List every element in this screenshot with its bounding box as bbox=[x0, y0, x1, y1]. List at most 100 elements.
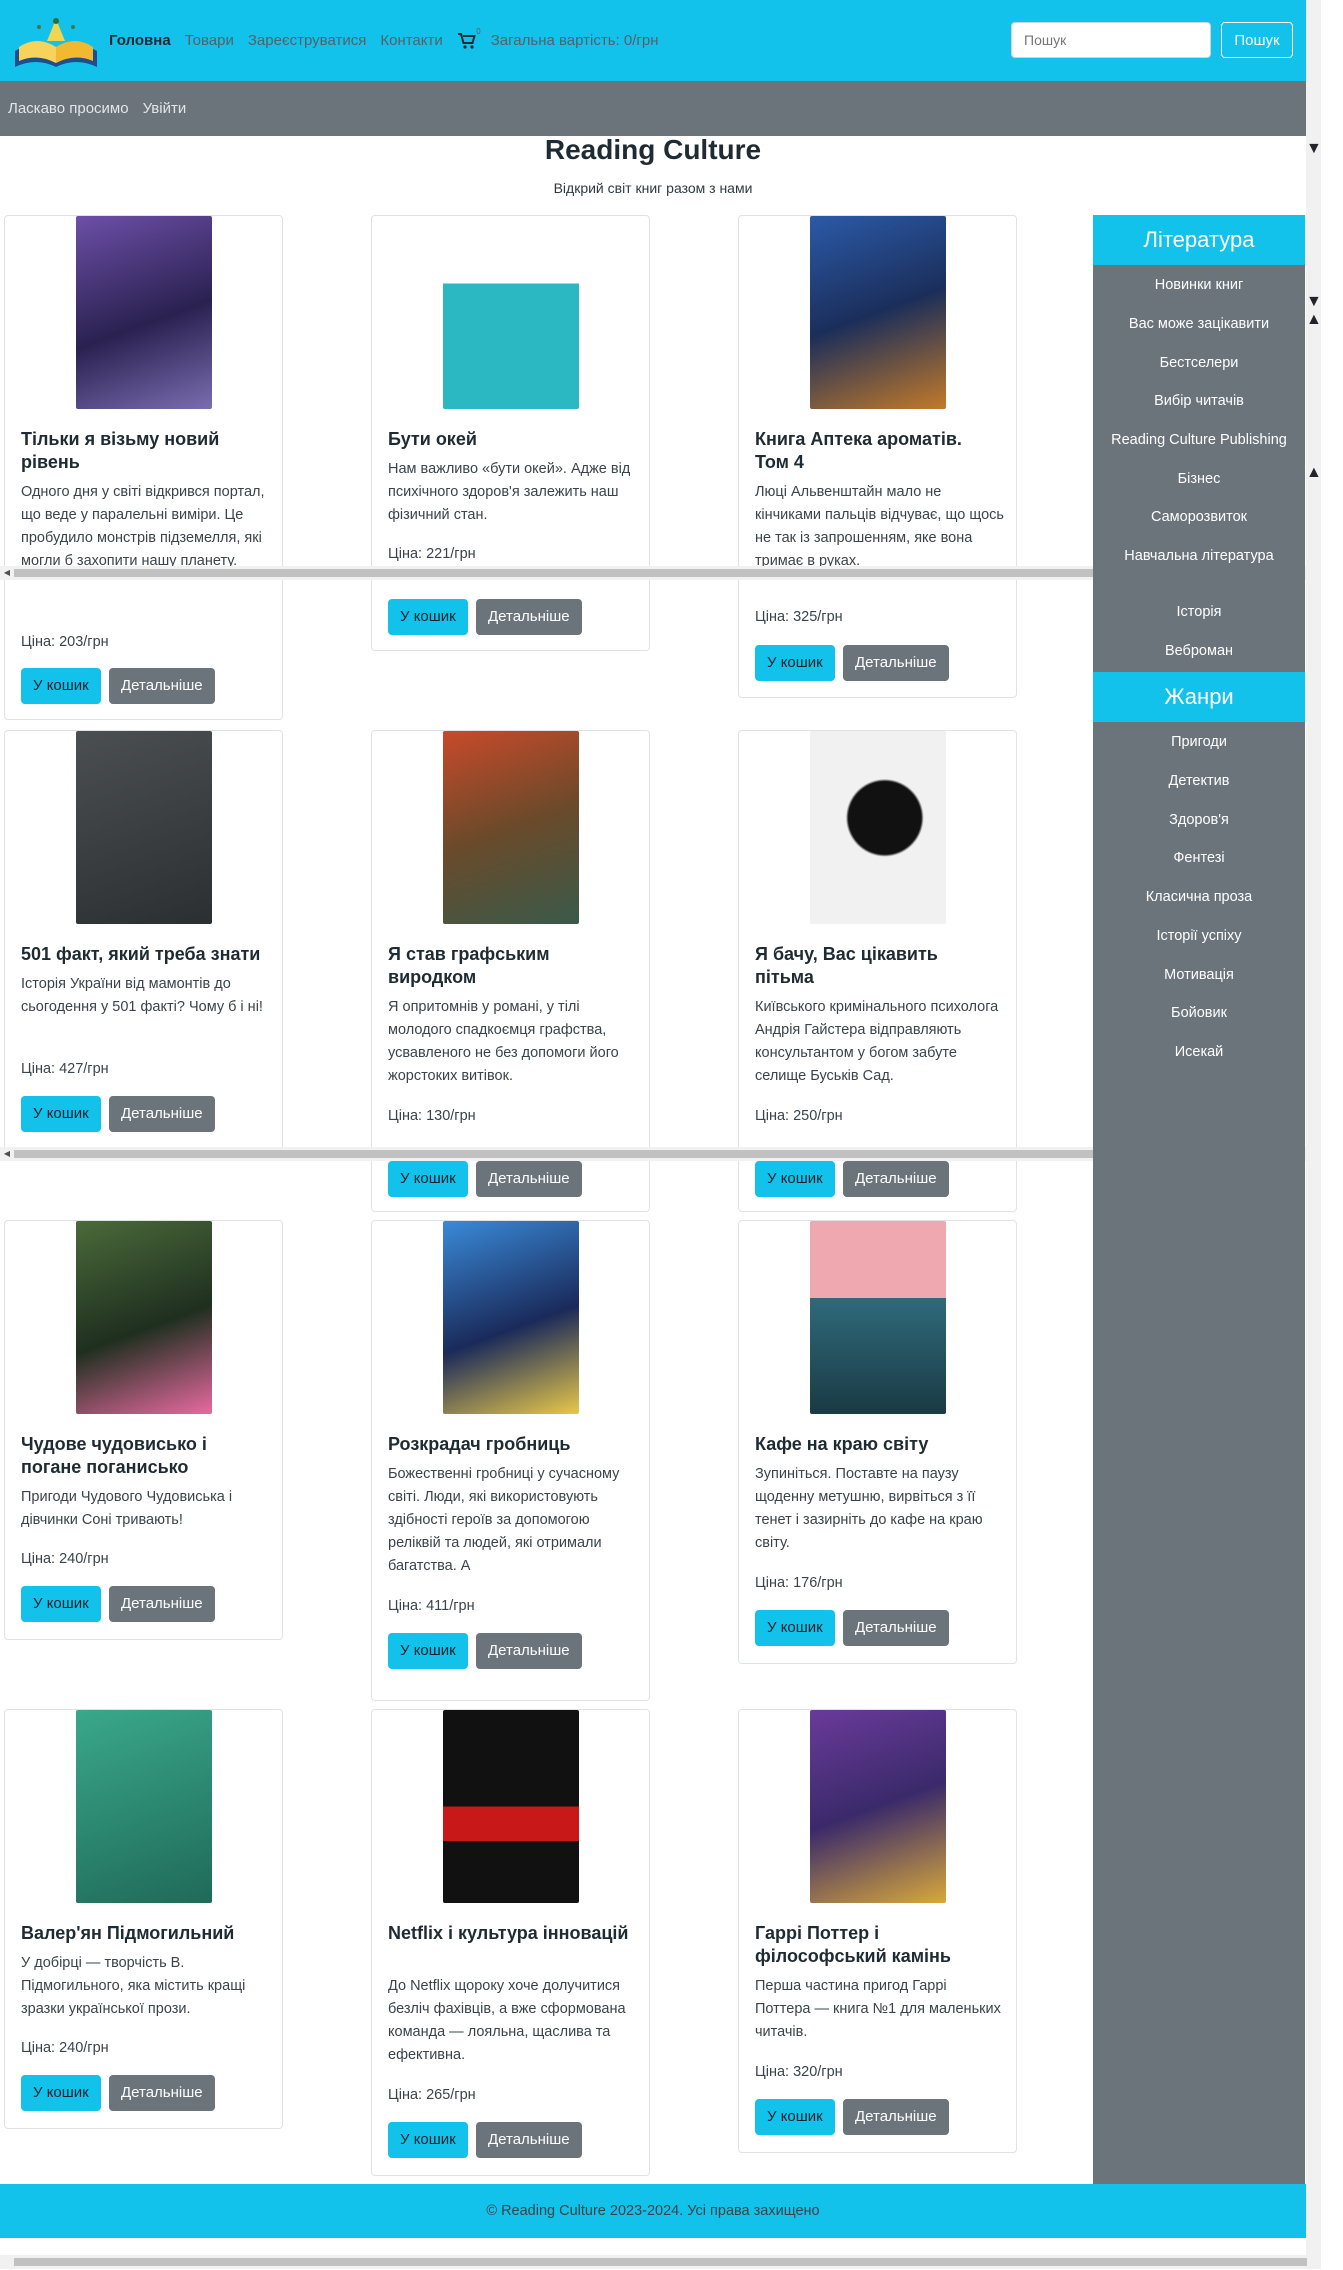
welcome-text: Ласкаво просимо bbox=[8, 100, 129, 117]
search-input[interactable] bbox=[1011, 22, 1211, 58]
details-button[interactable]: Детальніше bbox=[476, 2122, 582, 2158]
search-button[interactable]: Пошук bbox=[1221, 22, 1293, 58]
sidebar-item-action[interactable]: Бойовик bbox=[1093, 1005, 1305, 1021]
page-horizontal-scrollbar[interactable] bbox=[0, 2255, 1321, 2269]
scrollbar-thumb[interactable] bbox=[1306, 482, 1321, 622]
product-card: Книга Аптека ароматів. Том 4 Люці Альвен… bbox=[738, 215, 1017, 698]
nav-home-link[interactable]: Головна bbox=[109, 32, 171, 49]
cart-icon[interactable]: 0 bbox=[457, 27, 481, 51]
book-cover-image[interactable] bbox=[809, 731, 946, 924]
product-price: Ціна: 130/грн bbox=[388, 1108, 476, 1124]
sidebar-item-bestsellers[interactable]: Бестселери bbox=[1093, 355, 1305, 371]
login-link[interactable]: Увійти bbox=[143, 100, 187, 117]
sidebar-item-publishing[interactable]: Reading Culture Publishing bbox=[1093, 432, 1305, 448]
book-cover-image[interactable] bbox=[75, 216, 212, 409]
sidebar-item-self-development[interactable]: Саморозвиток bbox=[1093, 509, 1305, 525]
sidebar-item-motivation[interactable]: Мотивація bbox=[1093, 967, 1305, 983]
sidebar-item-business[interactable]: Бізнес bbox=[1093, 471, 1305, 487]
scroll-up-arrow-icon[interactable]: ▲ bbox=[1306, 311, 1322, 328]
nav-contacts-link[interactable]: Контакти bbox=[380, 32, 442, 49]
sidebar-item-adventure[interactable]: Пригоди bbox=[1093, 734, 1305, 750]
vertical-scrollbar[interactable]: ▼ ▼ ▲ ▲ bbox=[1306, 0, 1322, 2255]
product-card: Гаррі Поттер і філософський камінь Перша… bbox=[738, 1709, 1017, 2153]
scrollbar-thumb[interactable] bbox=[1306, 329, 1321, 464]
product-title[interactable]: Я бачу, Вас цікавить пітьма bbox=[755, 943, 1000, 989]
scroll-down-arrow-icon[interactable]: ▼ bbox=[1306, 293, 1322, 310]
book-cover-image[interactable] bbox=[442, 216, 579, 409]
book-cover-image[interactable] bbox=[809, 1221, 946, 1414]
nav-products-link[interactable]: Товари bbox=[185, 32, 234, 49]
add-to-cart-button[interactable]: У кошик bbox=[388, 1161, 468, 1197]
add-to-cart-button[interactable]: У кошик bbox=[755, 1610, 835, 1646]
product-title[interactable]: Тільки я візьму новий рівень bbox=[21, 428, 266, 474]
details-button[interactable]: Детальніше bbox=[843, 1161, 949, 1197]
product-title[interactable]: Чудове чудовисько і погане поганисько bbox=[21, 1433, 266, 1479]
add-to-cart-button[interactable]: У кошик bbox=[755, 645, 835, 681]
product-title[interactable]: 501 факт, який треба знати bbox=[21, 943, 266, 966]
book-cover-image[interactable] bbox=[442, 1710, 579, 1903]
details-button[interactable]: Детальніше bbox=[109, 1586, 215, 1622]
details-button[interactable]: Детальніше bbox=[476, 599, 582, 635]
sidebar-item-detective[interactable]: Детектив bbox=[1093, 773, 1305, 789]
details-button[interactable]: Детальніше bbox=[843, 2099, 949, 2135]
sidebar-item-fantasy[interactable]: Фентезі bbox=[1093, 850, 1305, 866]
details-button[interactable]: Детальніше bbox=[843, 1610, 949, 1646]
book-cover-image[interactable] bbox=[75, 1221, 212, 1414]
product-title[interactable]: Валер'ян Підмогильний bbox=[21, 1922, 266, 1945]
sidebar-item-history[interactable]: Історія bbox=[1093, 604, 1305, 620]
scroll-left-arrow-icon[interactable]: ◀ bbox=[0, 1147, 14, 1161]
details-button[interactable]: Детальніше bbox=[476, 1633, 582, 1669]
book-cover-image[interactable] bbox=[442, 731, 579, 924]
product-description: Я опритомнів у романі, у тілі молодого с… bbox=[388, 999, 619, 1084]
footer: © Reading Culture 2023-2024. Усі права з… bbox=[0, 2184, 1306, 2238]
scrollbar-thumb[interactable] bbox=[14, 2258, 1307, 2266]
sidebar-item-may-interest[interactable]: Вас може зацікавити bbox=[1093, 316, 1305, 332]
sidebar-item-classic-prose[interactable]: Класична проза bbox=[1093, 889, 1305, 905]
book-logo-icon[interactable] bbox=[11, 11, 101, 71]
add-to-cart-button[interactable]: У кошик bbox=[388, 2122, 468, 2158]
product-card: Тільки я візьму новий рівень Одного дня … bbox=[4, 215, 283, 720]
details-button[interactable]: Детальніше bbox=[109, 668, 215, 704]
product-title[interactable]: Netflix і культура інновацій bbox=[388, 1922, 633, 1945]
sidebar-item-isekai[interactable]: Исекай bbox=[1093, 1044, 1305, 1060]
book-cover-image[interactable] bbox=[75, 731, 212, 924]
nav-register-link[interactable]: Зареєструватися bbox=[248, 32, 366, 49]
add-to-cart-button[interactable]: У кошик bbox=[388, 599, 468, 635]
book-cover-image[interactable] bbox=[809, 216, 946, 409]
product-title[interactable]: Кафе на краю світу bbox=[755, 1433, 1000, 1456]
product-title[interactable]: Книга Аптека ароматів. Том 4 bbox=[755, 428, 1000, 474]
product-price: Ціна: 320/грн bbox=[755, 2064, 843, 2080]
product-card: Netflix і культура інновацій До Netflix … bbox=[371, 1709, 650, 2176]
add-to-cart-button[interactable]: У кошик bbox=[21, 1096, 101, 1132]
scroll-down-arrow-icon[interactable]: ▼ bbox=[1306, 140, 1322, 157]
sidebar-item-webnovel[interactable]: Веброман bbox=[1093, 643, 1305, 659]
scrollbar-thumb[interactable] bbox=[1306, 0, 1321, 140]
sidebar-item-educational[interactable]: Навчальна література bbox=[1093, 548, 1305, 564]
details-button[interactable]: Детальніше bbox=[476, 1161, 582, 1197]
details-button[interactable]: Детальніше bbox=[109, 2075, 215, 2111]
sidebar-item-health[interactable]: Здоров'я bbox=[1093, 812, 1305, 828]
product-title[interactable]: Бути окей bbox=[388, 428, 633, 451]
product-title[interactable]: Гаррі Поттер і філософський камінь bbox=[755, 1922, 1000, 1968]
details-button[interactable]: Детальніше bbox=[843, 645, 949, 681]
book-cover-image[interactable] bbox=[809, 1710, 946, 1903]
details-button[interactable]: Детальніше bbox=[109, 1096, 215, 1132]
scroll-left-arrow-icon[interactable]: ◀ bbox=[0, 566, 14, 580]
add-to-cart-button[interactable]: У кошик bbox=[388, 1633, 468, 1669]
scrollbar-thumb[interactable] bbox=[1306, 158, 1321, 293]
add-to-cart-button[interactable]: У кошик bbox=[21, 2075, 101, 2111]
product-title[interactable]: Я став графським виродком bbox=[388, 943, 633, 989]
add-to-cart-button[interactable]: У кошик bbox=[755, 1161, 835, 1197]
scroll-up-arrow-icon[interactable]: ▲ bbox=[1306, 464, 1322, 481]
product-title[interactable]: Розкрадач гробниць bbox=[388, 1433, 633, 1456]
sidebar-item-success-stories[interactable]: Історії успіху bbox=[1093, 928, 1305, 944]
add-to-cart-button[interactable]: У кошик bbox=[21, 668, 101, 704]
product-card: Бути окей Нам важливо «бути окей». Адже … bbox=[371, 215, 650, 651]
book-cover-image[interactable] bbox=[75, 1710, 212, 1903]
book-cover-image[interactable] bbox=[442, 1221, 579, 1414]
add-to-cart-button[interactable]: У кошик bbox=[755, 2099, 835, 2135]
product-price: Ціна: 221/грн bbox=[388, 546, 476, 562]
add-to-cart-button[interactable]: У кошик bbox=[21, 1586, 101, 1622]
sidebar-item-new-books[interactable]: Новинки книг bbox=[1093, 277, 1305, 293]
sidebar-item-readers-choice[interactable]: Вибір читачів bbox=[1093, 393, 1305, 409]
